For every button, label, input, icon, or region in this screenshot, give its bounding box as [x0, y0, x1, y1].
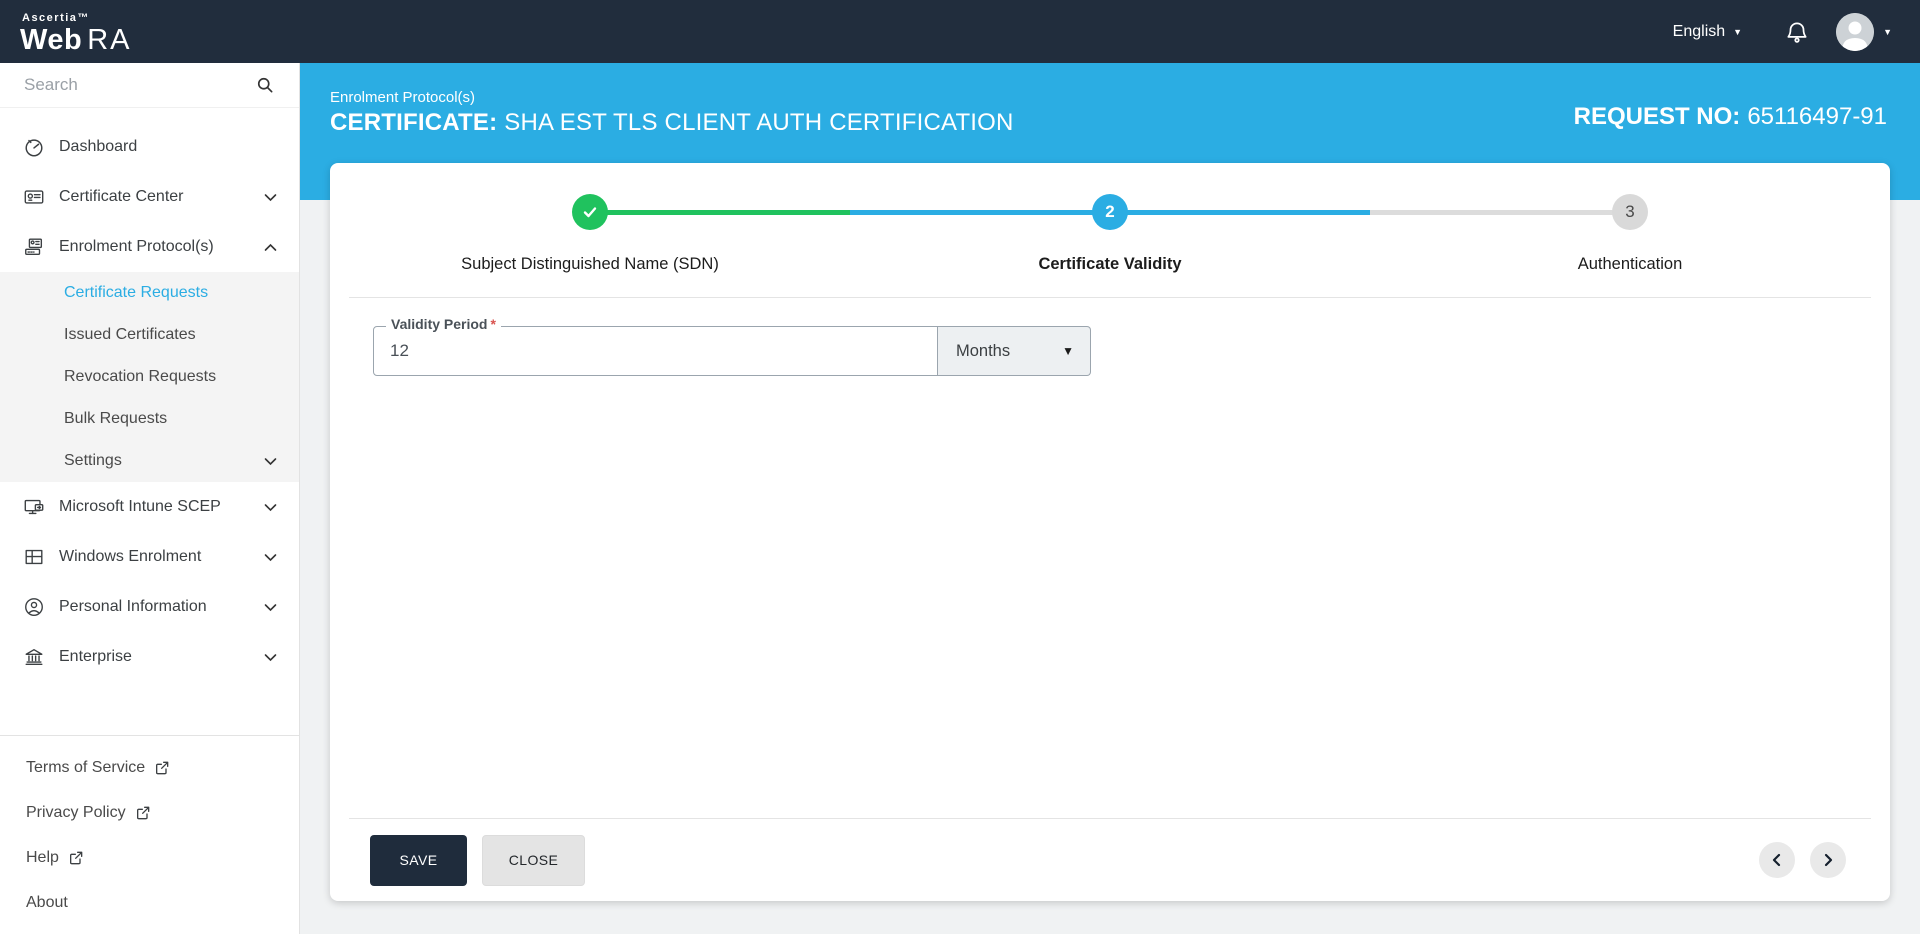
save-button[interactable]: SAVE — [370, 834, 467, 886]
notifications-bell-icon[interactable] — [1784, 19, 1810, 45]
sidebar-item-label: Microsoft Intune SCEP — [59, 498, 221, 515]
external-link-icon — [68, 850, 84, 866]
validity-unit-dropdown[interactable]: Months ▼ — [938, 326, 1091, 376]
page-title-prefix: CERTIFICATE: — [330, 109, 498, 136]
sidebar: Dashboard Certificate Center — [0, 63, 300, 934]
ascertia-brand-text: Ascertia™ — [22, 11, 90, 24]
submenu-item-label: Issued Certificates — [64, 326, 196, 343]
link-privacy-policy[interactable]: Privacy Policy — [0, 790, 299, 835]
chevron-down-icon: ▼ — [1733, 26, 1743, 37]
step-1-label: Subject Distinguished Name (SDN) — [461, 255, 719, 273]
previous-step-button[interactable] — [1759, 842, 1795, 878]
certificate-icon — [22, 186, 46, 208]
request-number-value: 65116497-91 — [1747, 103, 1887, 130]
step-2-circle-active[interactable]: 2 — [1092, 194, 1128, 230]
intune-scep-icon — [22, 496, 46, 518]
sidebar-item-enrolment-protocols[interactable]: Enrolment Protocol(s) — [0, 222, 299, 272]
enrolment-protocol-icon — [22, 236, 46, 258]
required-asterisk: * — [490, 316, 496, 332]
windows-icon — [22, 546, 46, 568]
sidebar-item-personal-information[interactable]: Personal Information — [0, 582, 299, 632]
sidebar-item-enterprise[interactable]: Enterprise — [0, 632, 299, 682]
chevron-up-icon — [264, 243, 277, 252]
step-number: 3 — [1625, 202, 1635, 221]
sidebar-item-label: Personal Information — [59, 598, 207, 615]
submenu-item-label: Certificate Requests — [64, 284, 209, 301]
sidebar-item-label: Certificate Center — [59, 188, 184, 205]
external-link-icon — [135, 805, 151, 821]
link-label: Help — [26, 848, 59, 866]
search-input[interactable] — [24, 75, 255, 95]
submenu-item-bulk-requests[interactable]: Bulk Requests — [0, 398, 299, 440]
step-2-label: Certificate Validity — [1038, 255, 1182, 273]
sidebar-footer-links: Terms of Service Privacy Policy Help Abo… — [0, 735, 299, 925]
chevron-down-icon — [264, 553, 277, 562]
validity-period-fieldset — [373, 326, 938, 376]
dashboard-icon — [22, 136, 46, 158]
link-help[interactable]: Help — [0, 835, 299, 880]
enterprise-bank-icon — [22, 646, 46, 668]
wizard-card: 2 3 Subject Distinguished Name (SDN) Cer… — [330, 163, 1890, 901]
close-button[interactable]: CLOSE — [482, 834, 585, 886]
step-1-circle-done[interactable] — [572, 194, 608, 230]
submenu-item-label: Bulk Requests — [64, 410, 168, 427]
avatar[interactable] — [1836, 12, 1875, 51]
link-label: Terms of Service — [26, 758, 146, 776]
request-number-label: REQUEST NO: — [1573, 103, 1741, 130]
external-link-icon — [154, 760, 170, 776]
chevron-down-icon — [264, 457, 277, 466]
sidebar-nav: Dashboard Certificate Center Enrolment P… — [0, 108, 299, 682]
validity-unit-value: Months — [956, 341, 1011, 360]
link-about[interactable]: About — [0, 880, 299, 925]
link-label: About — [26, 893, 68, 911]
submenu-item-revocation-requests[interactable]: Revocation Requests — [0, 356, 299, 398]
webra-logo[interactable]: Ascertia™ Web RA — [20, 9, 132, 55]
link-label: Privacy Policy — [26, 803, 126, 821]
submenu-item-certificate-requests[interactable]: Certificate Requests — [0, 272, 299, 314]
validity-period-input[interactable] — [374, 341, 937, 361]
wizard-stepper: 2 3 — [330, 194, 1890, 230]
submenu-item-label: Revocation Requests — [64, 368, 217, 385]
check-icon — [581, 203, 599, 221]
enrolment-submenu: Certificate Requests Issued Certificates… — [0, 272, 299, 482]
next-step-button[interactable] — [1810, 842, 1846, 878]
chevron-down-icon — [264, 503, 277, 512]
divider — [349, 297, 1871, 298]
stepper-labels: Subject Distinguished Name (SDN) Certifi… — [330, 255, 1890, 274]
sidebar-item-windows-enrolment[interactable]: Windows Enrolment — [0, 532, 299, 582]
sidebar-item-label: Windows Enrolment — [59, 548, 202, 565]
language-label: English — [1672, 22, 1726, 40]
link-terms-of-service[interactable]: Terms of Service — [0, 745, 299, 790]
submenu-item-issued-certificates[interactable]: Issued Certificates — [0, 314, 299, 356]
sidebar-item-label: Dashboard — [59, 138, 138, 155]
sidebar-search — [0, 63, 299, 108]
chevron-down-icon — [264, 193, 277, 202]
wizard-footer: SAVE CLOSE — [349, 818, 1871, 901]
user-menu-caret-icon[interactable]: ▼ — [1883, 27, 1892, 37]
page-title-text: SHA EST TLS CLIENT AUTH CERTIFICATION — [504, 109, 1014, 136]
validity-form: Validity Period* Months ▼ — [373, 316, 1890, 376]
submenu-item-label: Settings — [64, 452, 122, 469]
sidebar-item-label: Enrolment Protocol(s) — [59, 238, 214, 255]
webra-brand-text: Web RA — [20, 23, 132, 56]
top-navigation-bar: Ascertia™ Web RA English ▼ ▼ — [0, 0, 1920, 63]
main-content: Enrolment Protocol(s) CERTIFICATE: SHA ES… — [300, 63, 1920, 934]
sidebar-item-label: Enterprise — [59, 648, 132, 665]
search-icon[interactable] — [255, 75, 275, 95]
language-selector[interactable]: English ▼ — [1673, 23, 1742, 41]
dropdown-caret-icon: ▼ — [1062, 344, 1074, 358]
chevron-down-icon — [264, 653, 277, 662]
sidebar-item-certificate-center[interactable]: Certificate Center — [0, 172, 299, 222]
step-3-label: Authentication — [1577, 255, 1683, 273]
sidebar-item-dashboard[interactable]: Dashboard — [0, 122, 299, 172]
submenu-item-settings[interactable]: Settings — [0, 440, 299, 482]
chevron-down-icon — [264, 603, 277, 612]
step-number: 2 — [1105, 202, 1115, 221]
request-number: REQUEST NO: 65116497-91 — [1574, 103, 1887, 131]
validity-period-label: Validity Period * — [386, 316, 501, 332]
step-3-circle-pending[interactable]: 3 — [1612, 194, 1648, 230]
sidebar-item-microsoft-intune-scep[interactable]: Microsoft Intune SCEP — [0, 482, 299, 532]
person-icon — [22, 596, 46, 618]
